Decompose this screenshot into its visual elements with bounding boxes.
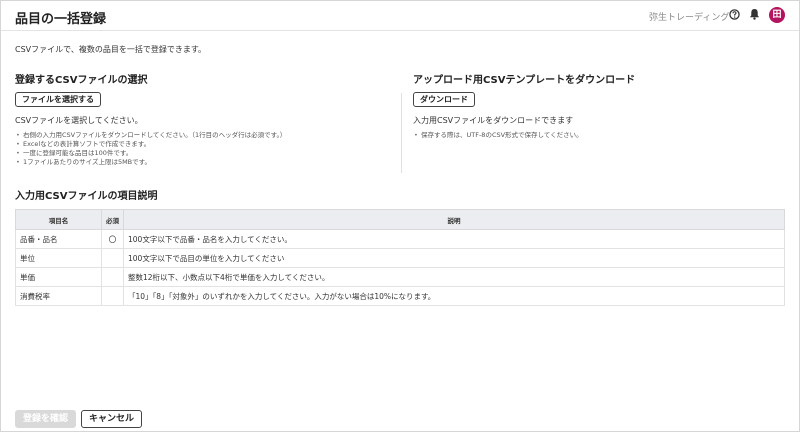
column-header-item: 項目名 [15,209,102,230]
item-name-cell: 単価 [15,267,102,287]
upload-section-title: 登録するCSVファイルの選択 [15,75,148,86]
list-item: 保存する際は、UTF-8のCSV形式で保存してください。 [413,131,583,140]
spec-section-title: 入力用CSVファイルの項目説明 [15,191,158,202]
table-row: 品番・品名 〇 100文字以下で品番・品名を入力してください。 [15,229,785,249]
list-item: 右側の入力用CSVファイルをダウンロードしてください。（1行目のヘッダ行は必須で… [15,131,286,140]
required-cell [101,286,124,306]
company-name[interactable]: 弥生トレーディング [649,10,729,23]
column-header-required: 必須 [101,209,124,230]
download-prompt: 入力用CSVファイルをダウンロードできます [413,116,574,125]
cancel-button[interactable]: キャンセル [81,410,143,428]
table-row: 消費税率 「10」「8」「対象外」のいずれかを入力してください。入力がない場合は… [15,286,785,306]
item-name-cell: 単位 [15,248,102,268]
table-row: 単位 100文字以下で品目の単位を入力してください [15,248,785,268]
download-notes: 保存する際は、UTF-8のCSV形式で保存してください。 [413,131,583,140]
table-row: 単価 整数12桁以下、小数点以下4桁で単価を入力してください。 [15,267,785,287]
page-title: 品目の一括登録 [15,12,107,27]
download-section-title: アップロード用CSVテンプレートをダウンロード [413,75,636,86]
confirm-registration-button[interactable]: 登録を確認 [15,410,77,428]
required-cell: 〇 [101,229,124,249]
item-name-cell: 消費税率 [15,286,102,306]
bell-icon[interactable] [749,8,760,20]
upload-prompt: CSVファイルを選択してください。 [15,116,143,125]
help-icon[interactable] [729,9,740,20]
app-header: 品目の一括登録 弥生トレーディング 田 [1,1,799,31]
upload-notes: 右側の入力用CSVファイルをダウンロードしてください。（1行目のヘッダ行は必須で… [15,131,286,167]
item-name-cell: 品番・品名 [15,229,102,249]
required-cell [101,267,124,287]
list-item: Excelなどの表計算ソフトで作成できます。 [15,140,286,149]
spec-table: 項目名 必須 説明 品番・品名 〇 100文字以下で品番・品名を入力してください… [15,209,785,306]
list-item: 1ファイルあたりのサイズ上限は5MBです。 [15,158,286,167]
select-file-button[interactable]: ファイルを選択する [15,92,101,107]
description-cell: 100文字以下で品目の単位を入力してください [123,248,785,268]
list-item: 一度に登録可能な品目は100件です。 [15,149,286,158]
download-button[interactable]: ダウンロード [413,92,475,107]
description-cell: 「10」「8」「対象外」のいずれかを入力してください。入力がない場合は10%にな… [123,286,785,306]
intro-text: CSVファイルで、複数の品目を一括で登録できます。 [15,45,207,54]
required-cell [101,248,124,268]
column-header-description: 説明 [123,209,785,230]
avatar[interactable]: 田 [769,7,785,23]
section-divider [401,93,402,173]
description-cell: 100文字以下で品番・品名を入力してください。 [123,229,785,249]
description-cell: 整数12桁以下、小数点以下4桁で単価を入力してください。 [123,267,785,287]
table-header-row: 項目名 必須 説明 [15,209,785,230]
